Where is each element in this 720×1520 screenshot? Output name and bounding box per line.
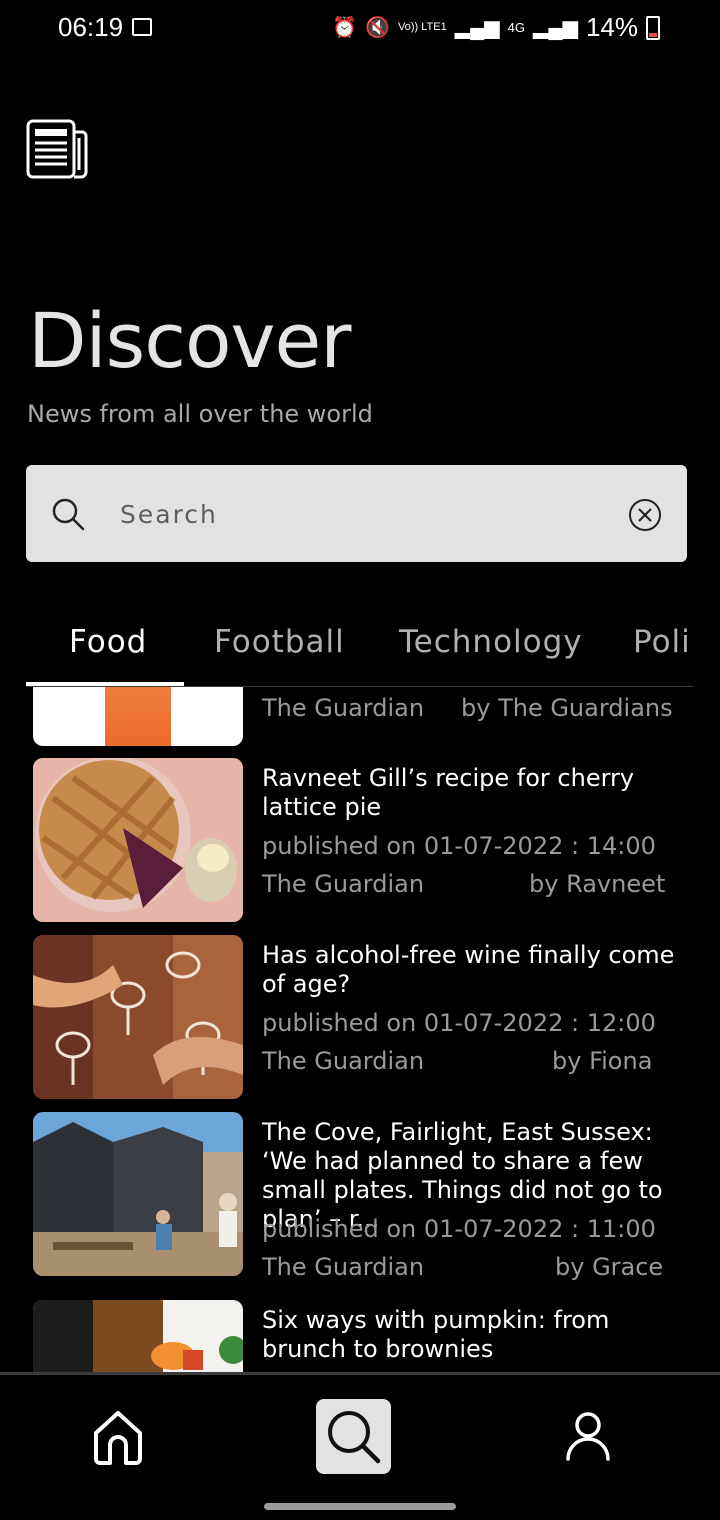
search-input[interactable] bbox=[118, 491, 602, 537]
home-icon[interactable] bbox=[92, 1409, 144, 1465]
signal-icon-2: ▂▄▆ bbox=[533, 17, 578, 39]
nav-search-button[interactable] bbox=[316, 1399, 391, 1474]
battery-percent: 14% bbox=[585, 12, 638, 42]
tab-politics[interactable]: Poli bbox=[633, 624, 691, 660]
gesture-bar[interactable] bbox=[264, 1503, 456, 1510]
status-time: 06:19 bbox=[58, 12, 124, 42]
article-date: published on 01-07-2022 : 14:00 bbox=[262, 832, 656, 860]
person-icon[interactable] bbox=[565, 1411, 611, 1461]
clear-search-icon[interactable] bbox=[628, 498, 662, 532]
page-title: Discover bbox=[28, 296, 351, 385]
status-icons: ⏰ 🔇 Vo)) LTE1 ▂▄▆ 4G ▂▄▆ 14% bbox=[332, 12, 660, 43]
battery-icon bbox=[646, 15, 660, 40]
signal-icon: ▂▄▆ bbox=[454, 17, 500, 39]
search-bar[interactable] bbox=[26, 465, 687, 562]
volte-label: Vo)) LTE1 bbox=[398, 21, 447, 33]
article-thumbnail bbox=[33, 1300, 243, 1373]
article-title: Has alcohol-free wine finally come of ag… bbox=[262, 941, 675, 998]
article-list[interactable]: The Guardian by The Guardians Ravneet Gi… bbox=[0, 687, 720, 1373]
article-author: by The Guardians bbox=[461, 694, 673, 722]
tab-technology[interactable]: Technology bbox=[399, 624, 583, 660]
alarm-icon: ⏰ bbox=[332, 17, 358, 39]
article-author: by Ravneet bbox=[529, 870, 666, 898]
network-4g-label: 4G bbox=[507, 20, 526, 35]
page-subtitle: News from all over the world bbox=[27, 400, 373, 428]
article-thumbnail bbox=[33, 1112, 243, 1276]
article-thumbnail bbox=[33, 758, 243, 922]
active-tab-indicator bbox=[26, 682, 184, 686]
article-thumbnail bbox=[33, 935, 243, 1099]
article-date: published on 01-07-2022 : 12:00 bbox=[262, 1009, 656, 1037]
search-icon bbox=[328, 1411, 381, 1464]
article-source: The Guardian bbox=[262, 1047, 425, 1075]
article-card[interactable]: Six ways with pumpkin: from brunch to br… bbox=[0, 1300, 720, 1373]
category-tabs: Food Football Technology Poli bbox=[26, 610, 694, 687]
article-card[interactable]: The Guardian by The Guardians bbox=[0, 687, 720, 747]
article-date: published on 01-07-2022 : 11:00 bbox=[262, 1215, 656, 1243]
article-card[interactable]: Has alcohol-free wine finally come of ag… bbox=[0, 935, 720, 1101]
article-author: by Grace bbox=[555, 1253, 664, 1281]
article-source: The Guardian bbox=[262, 870, 425, 898]
article-title: Ravneet Gill’s recipe for cherry lattice… bbox=[262, 764, 635, 821]
tab-football[interactable]: Football bbox=[214, 624, 345, 660]
article-card[interactable]: Ravneet Gill’s recipe for cherry lattice… bbox=[0, 758, 720, 924]
mute-icon: 🔇 bbox=[365, 17, 391, 39]
tab-food[interactable]: Food bbox=[69, 624, 147, 660]
bottom-navigation bbox=[0, 1372, 720, 1520]
article-source: The Guardian bbox=[262, 1253, 425, 1281]
article-title: Six ways with pumpkin: from brunch to br… bbox=[262, 1306, 610, 1363]
article-thumbnail bbox=[33, 687, 243, 746]
article-source: The Guardian bbox=[262, 694, 425, 722]
gallery-notification-icon bbox=[132, 18, 152, 36]
article-card[interactable]: The Cove, Fairlight, East Sussex: ‘We ha… bbox=[0, 1112, 720, 1290]
newspaper-icon bbox=[26, 119, 88, 179]
search-icon bbox=[52, 498, 85, 531]
article-author: by Fiona bbox=[552, 1047, 653, 1075]
